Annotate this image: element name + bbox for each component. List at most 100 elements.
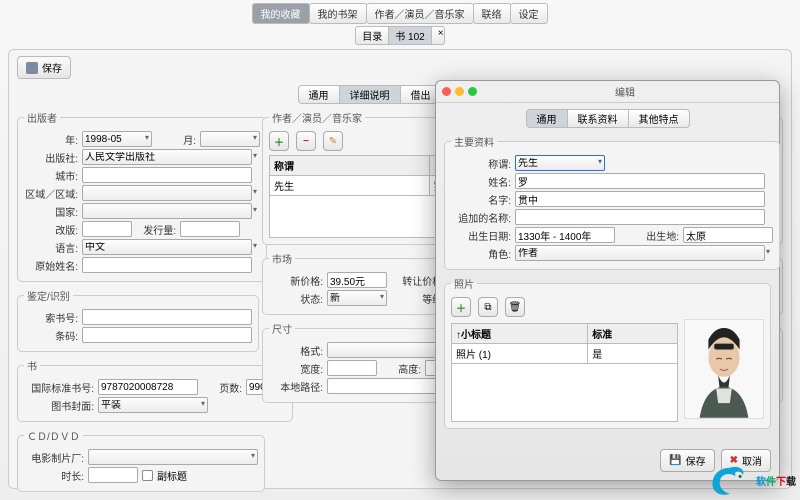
m-role-select[interactable]: 作者 — [515, 245, 765, 261]
remove-author-button[interactable]: − — [296, 131, 316, 151]
modal-tabs: 通用 联系资料 其他特点 — [444, 109, 771, 128]
label-publisher: 出版社: — [24, 150, 78, 165]
label-isbn: 国际标准书号: — [24, 380, 94, 395]
m-dob-input[interactable] — [515, 227, 615, 243]
city-input[interactable] — [82, 167, 252, 183]
label-barcode: 条码: — [24, 328, 78, 343]
studio-select[interactable] — [88, 449, 258, 465]
m-pob-input[interactable] — [683, 227, 773, 243]
label-width: 宽度: — [269, 361, 323, 376]
edit-icon: ✎ — [329, 136, 337, 147]
edit-author-button[interactable]: ✎ — [323, 131, 343, 151]
fieldset-cddvd: ＣＤ/ＤＶＤ 电影制片厂: 时长: 副标题 — [17, 428, 265, 492]
subtitle-label: 副标题 — [157, 468, 187, 483]
runtime-input[interactable] — [88, 467, 138, 483]
copy-photo-button[interactable]: ⧉ — [478, 297, 498, 317]
photo-col-standard[interactable]: 标准 — [588, 324, 678, 344]
modal-title: 编辑 — [477, 84, 773, 99]
edition-input[interactable] — [82, 221, 132, 237]
m-addname-input[interactable] — [515, 209, 765, 225]
copy-icon: ⧉ — [484, 302, 491, 313]
label-language: 语言: — [24, 240, 78, 255]
edit-modal: 编辑 通用 联系资料 其他特点 主要资料 称谓:先生 姓名: 名字: 追加的名称… — [435, 80, 780, 481]
publisher-select[interactable]: 人民文学出版社 — [82, 149, 252, 165]
label-country: 国家: — [24, 204, 78, 219]
watermark: 软件下载 — [708, 462, 796, 498]
width-input[interactable] — [327, 360, 377, 376]
fieldset-maininfo: 主要资料 称谓:先生 姓名: 名字: 追加的名称: 出生日期: 出生地: 角色:… — [444, 134, 780, 270]
label-pages: 页数: — [202, 380, 242, 395]
label-callno: 索书号: — [24, 310, 78, 325]
modal-tab-contact[interactable]: 联系资料 — [568, 109, 629, 128]
language-select[interactable]: 中文 — [82, 239, 252, 255]
label-runtime: 时长: — [24, 468, 84, 483]
label-cover: 图书封面: — [24, 398, 94, 413]
topnav-tab-authors[interactable]: 作者／演员／音乐家 — [366, 3, 474, 24]
country-select[interactable] — [82, 203, 252, 219]
m-title-select[interactable]: 先生 — [515, 155, 605, 171]
detail-tab-details[interactable]: 详细说明 — [340, 85, 401, 104]
m-given-input[interactable] — [515, 191, 765, 207]
circulation-input[interactable] — [180, 221, 240, 237]
window-close-icon[interactable] — [442, 87, 451, 96]
modal-save-button[interactable]: 💾保存 — [660, 449, 714, 472]
delete-photo-button[interactable]: 🗑 — [505, 297, 525, 317]
topnav-tab-shelf[interactable]: 我的书架 — [309, 3, 367, 24]
save-button[interactable]: 保存 — [17, 56, 71, 79]
document-tabs: 目录 书 102 × — [0, 24, 800, 47]
tab-catalog[interactable]: 目录 — [355, 26, 389, 45]
barcode-input[interactable] — [82, 327, 252, 343]
tab-current-book[interactable]: 书 102 — [389, 26, 431, 45]
trash-icon: 🗑 — [509, 302, 522, 313]
save-icon: 💾 — [669, 455, 681, 466]
save-label: 保存 — [42, 60, 62, 75]
m-label-role: 角色: — [451, 246, 511, 261]
legend-photo: 照片 — [451, 276, 477, 291]
newprice-input[interactable] — [327, 272, 387, 288]
year-select[interactable]: 1998-05 — [82, 131, 152, 147]
origname-input[interactable] — [82, 257, 252, 273]
label-format: 格式: — [269, 343, 323, 358]
tab-close-icon[interactable]: × — [432, 26, 445, 45]
region-select[interactable] — [82, 185, 252, 201]
subtitle-checkbox[interactable] — [142, 470, 153, 481]
save-icon — [26, 62, 38, 74]
detail-tab-general[interactable]: 通用 — [298, 85, 340, 104]
status-select[interactable]: 新 — [327, 290, 387, 306]
photo-col-caption[interactable]: ↑小标题 — [452, 324, 588, 344]
legend-size: 尺寸 — [269, 321, 295, 336]
modal-titlebar[interactable]: 编辑 — [436, 81, 779, 103]
m-label-title: 称谓: — [451, 156, 511, 171]
label-circ: 发行量: — [136, 222, 176, 237]
m-label-given: 名字: — [451, 192, 511, 207]
cover-select[interactable]: 平装 — [98, 397, 208, 413]
col-title[interactable]: 称谓 — [270, 156, 430, 176]
top-nav: 我的收藏 我的书架 作者／演员／音乐家 联络 设定 — [0, 0, 800, 24]
watermark-text: 软件下载 — [756, 473, 796, 488]
m-label-pob: 出生地: — [619, 228, 679, 243]
label-year: 年: — [24, 132, 78, 147]
window-minimize-icon[interactable] — [455, 87, 464, 96]
topnav-tab-contacts[interactable]: 联络 — [473, 3, 511, 24]
isbn-input[interactable] — [98, 379, 198, 395]
table-row[interactable]: 照片 (1)是 — [452, 344, 678, 364]
add-photo-button[interactable]: ＋ — [451, 297, 471, 317]
legend-authors: 作者／演员／音乐家 — [269, 110, 365, 125]
modal-tab-other[interactable]: 其他特点 — [629, 109, 690, 128]
photo-table[interactable]: ↑小标题标准 照片 (1)是 — [451, 323, 678, 422]
callno-input[interactable] — [82, 309, 252, 325]
label-region: 区域／区域: — [24, 186, 78, 201]
month-select[interactable] — [200, 131, 260, 147]
window-zoom-icon[interactable] — [468, 87, 477, 96]
add-author-button[interactable]: ＋ — [269, 131, 289, 151]
m-surname-input[interactable] — [515, 173, 765, 189]
label-edition: 改版: — [24, 222, 78, 237]
minus-icon: − — [303, 136, 309, 147]
topnav-tab-collection[interactable]: 我的收藏 — [252, 3, 310, 24]
modal-tab-general[interactable]: 通用 — [526, 109, 568, 128]
dragon-icon — [708, 462, 752, 498]
label-status: 状态: — [269, 291, 323, 306]
topnav-tab-settings[interactable]: 设定 — [510, 3, 548, 24]
legend-market: 市场 — [269, 251, 295, 266]
fieldset-publisher: 出版者 年: 1998-05 月: 出版社:人民文学出版社 城市: 区域／区域:… — [17, 110, 267, 282]
